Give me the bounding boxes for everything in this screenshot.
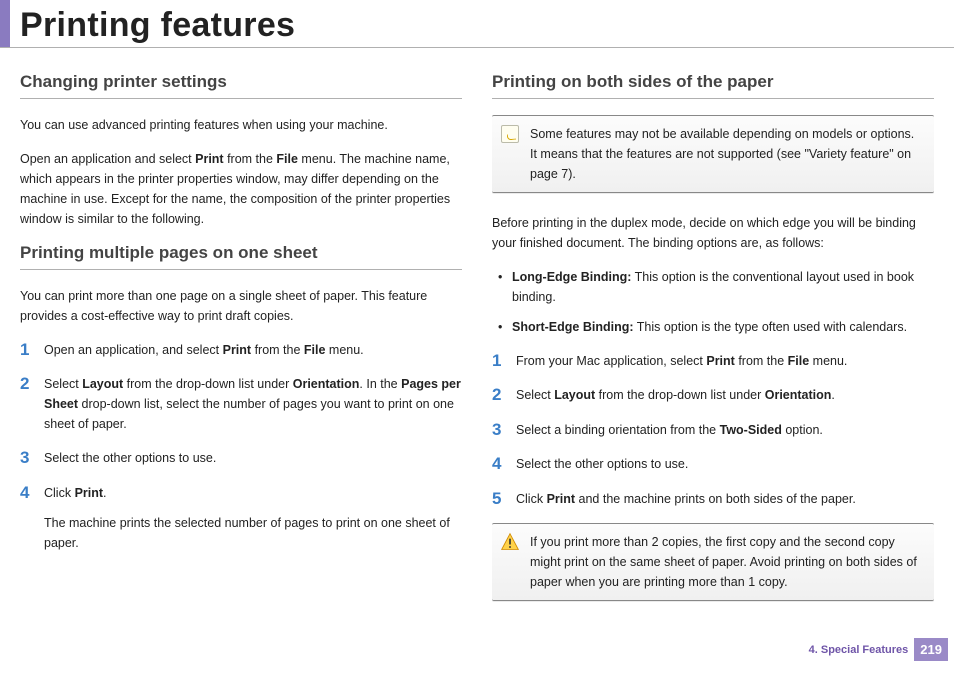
text-run: Select a binding orientation from the bbox=[516, 423, 720, 437]
page-header: Printing features bbox=[0, 0, 954, 48]
bold-text: Print bbox=[75, 486, 103, 500]
page-footer: 4. Special Features 219 bbox=[809, 638, 948, 661]
note-icon bbox=[500, 124, 520, 144]
text-run: This option is the type often used with … bbox=[634, 320, 908, 334]
section-heading-changing-settings: Changing printer settings bbox=[20, 72, 462, 99]
text-run: . bbox=[103, 486, 106, 500]
text-run: From your Mac application, select bbox=[516, 354, 706, 368]
step-number bbox=[492, 385, 516, 405]
text-run: option. bbox=[782, 423, 823, 437]
list-step: Open an application, and select Print fr… bbox=[20, 340, 462, 360]
footer-chapter: 4. Special Features bbox=[809, 644, 909, 656]
bullet-dot-icon: • bbox=[492, 317, 512, 337]
bold-text: Print bbox=[706, 354, 734, 368]
text-run: . In the bbox=[359, 377, 401, 391]
text-run: Open an application, and select bbox=[44, 343, 223, 357]
step-text: Click Print and the machine prints on bo… bbox=[516, 489, 934, 509]
step-text: Click Print. bbox=[44, 483, 462, 503]
step-text: Open an application, and select Print fr… bbox=[44, 340, 462, 360]
text-run: . bbox=[831, 388, 834, 402]
step-text: From your Mac application, select Print … bbox=[516, 351, 934, 371]
text-run: Open an application and select bbox=[20, 152, 195, 166]
step-number bbox=[492, 420, 516, 440]
bold-text: Layout bbox=[554, 388, 595, 402]
bullet-dot-icon: • bbox=[492, 267, 512, 287]
bullet-text: Long-Edge Binding: This option is the co… bbox=[512, 267, 934, 307]
text-run: and the machine prints on both sides of … bbox=[575, 492, 856, 506]
bold-text: Layout bbox=[82, 377, 123, 391]
list-step: Select Layout from the drop-down list un… bbox=[492, 385, 934, 405]
step-text: Select the other options to use. bbox=[516, 454, 934, 474]
bold-text: Print bbox=[223, 343, 251, 357]
left-column: Changing printer settings You can use ad… bbox=[20, 72, 462, 621]
bold-text: Short-Edge Binding: bbox=[512, 320, 634, 334]
body-paragraph: Open an application and select Print fro… bbox=[20, 149, 462, 229]
list-step: Select a binding orientation from the Tw… bbox=[492, 420, 934, 440]
list-step: Click Print and the machine prints on bo… bbox=[492, 489, 934, 509]
text-run: Click bbox=[516, 492, 547, 506]
warning-callout: If you print more than 2 copies, the fir… bbox=[492, 523, 934, 601]
footer-page-number: 219 bbox=[914, 638, 948, 661]
header-accent-bar bbox=[0, 0, 10, 47]
step-number bbox=[492, 489, 516, 509]
bold-text: File bbox=[788, 354, 810, 368]
body-paragraph: You can use advanced printing features w… bbox=[20, 115, 462, 135]
bold-text: Two-Sided bbox=[720, 423, 782, 437]
text-run: from the drop-down list under bbox=[123, 377, 293, 391]
body-paragraph: You can print more than one page on a si… bbox=[20, 286, 462, 326]
step-number bbox=[20, 448, 44, 468]
body-paragraph: Before printing in the duplex mode, deci… bbox=[492, 213, 934, 253]
text-run: drop-down list, select the number of pag… bbox=[44, 397, 454, 431]
step-text: Select the other options to use. bbox=[44, 448, 462, 468]
bold-text: Orientation bbox=[293, 377, 360, 391]
bullet-list: • Long-Edge Binding: This option is the … bbox=[492, 267, 934, 337]
warning-text: If you print more than 2 copies, the fir… bbox=[530, 532, 924, 592]
text-run: Click bbox=[44, 486, 75, 500]
bullet-text: Short-Edge Binding: This option is the t… bbox=[512, 317, 934, 337]
text-run: Select bbox=[516, 388, 554, 402]
bullet-item: • Long-Edge Binding: This option is the … bbox=[492, 267, 934, 307]
content-columns: Changing printer settings You can use ad… bbox=[0, 52, 954, 621]
text-run: menu. bbox=[325, 343, 363, 357]
bold-text: File bbox=[276, 152, 298, 166]
list-step: From your Mac application, select Print … bbox=[492, 351, 934, 371]
text-run: from the bbox=[735, 354, 788, 368]
step-number bbox=[20, 483, 44, 503]
list-step: Click Print. bbox=[20, 483, 462, 503]
text-run: from the bbox=[224, 152, 277, 166]
step-text: Select Layout from the drop-down list un… bbox=[516, 385, 934, 405]
bold-text: Long-Edge Binding: bbox=[512, 270, 631, 284]
bold-text: Print bbox=[195, 152, 223, 166]
list-step: Select the other options to use. bbox=[20, 448, 462, 468]
text-run: Select bbox=[44, 377, 82, 391]
numbered-list: From your Mac application, select Print … bbox=[492, 351, 934, 509]
bold-text: Print bbox=[547, 492, 575, 506]
bullet-item: • Short-Edge Binding: This option is the… bbox=[492, 317, 934, 337]
section-heading-both-sides: Printing on both sides of the paper bbox=[492, 72, 934, 99]
list-step: Select Layout from the drop-down list un… bbox=[20, 374, 462, 434]
note-callout: Some features may not be available depen… bbox=[492, 115, 934, 193]
bold-text: Orientation bbox=[765, 388, 832, 402]
text-run: from the drop-down list under bbox=[595, 388, 765, 402]
step-text: Select Layout from the drop-down list un… bbox=[44, 374, 462, 434]
right-column: Printing on both sides of the paper Some… bbox=[492, 72, 934, 621]
text-run: menu. bbox=[809, 354, 847, 368]
bold-text: File bbox=[304, 343, 326, 357]
step-subtext: The machine prints the selected number o… bbox=[44, 513, 462, 553]
warning-icon bbox=[500, 532, 520, 552]
step-number bbox=[20, 340, 44, 360]
section-heading-multiple-pages: Printing multiple pages on one sheet bbox=[20, 243, 462, 270]
text-run: from the bbox=[251, 343, 304, 357]
step-number bbox=[20, 374, 44, 394]
step-text: Select a binding orientation from the Tw… bbox=[516, 420, 934, 440]
numbered-list: Open an application, and select Print fr… bbox=[20, 340, 462, 553]
note-text: Some features may not be available depen… bbox=[530, 124, 924, 184]
step-number bbox=[492, 351, 516, 371]
list-step: Select the other options to use. bbox=[492, 454, 934, 474]
page-title: Printing features bbox=[20, 0, 295, 47]
step-number bbox=[492, 454, 516, 474]
